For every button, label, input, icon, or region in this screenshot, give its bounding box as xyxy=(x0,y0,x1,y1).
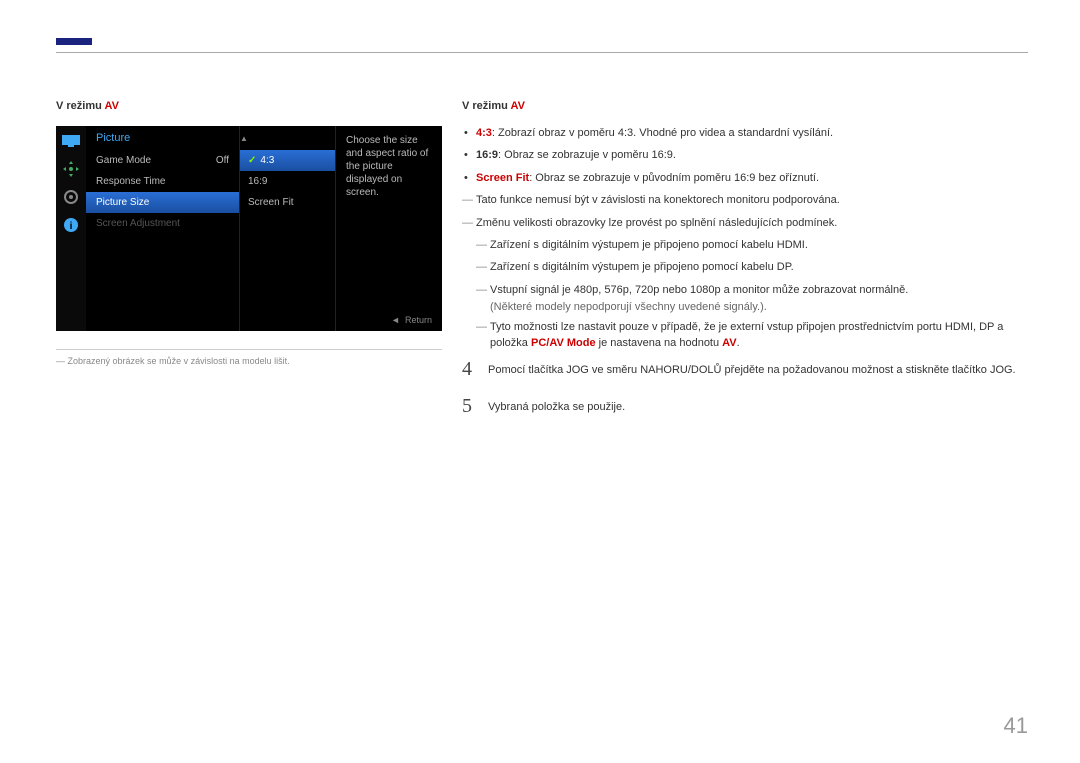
bullet-text: : Zobrazí obraz v poměru 4:3. Vhodné pro… xyxy=(492,127,833,139)
check-icon: ✓ xyxy=(248,155,256,166)
heading-av: AV xyxy=(511,100,525,112)
arrow-up-icon: ▲ xyxy=(240,134,248,143)
step-number: 4 xyxy=(462,358,476,381)
t: AV xyxy=(722,337,736,349)
svg-text:i: i xyxy=(70,221,73,232)
monitor-icon xyxy=(62,134,80,148)
osd-label: Game Mode xyxy=(96,155,151,166)
image-note: Zobrazený obrázek se může v závislosti n… xyxy=(56,349,442,366)
page-number: 41 xyxy=(1004,713,1028,739)
step-number: 5 xyxy=(462,395,476,418)
bullet-key: 16:9 xyxy=(476,149,498,161)
t: je nastavena na hodnotu xyxy=(596,337,723,349)
step-text: Pomocí tlačítka JOG ve směru NAHORU/DOLŮ… xyxy=(488,358,1028,378)
header-rule xyxy=(56,52,1028,53)
bullet-list: 4:3: Zobrazí obraz v poměru 4:3. Vhodné … xyxy=(462,126,1028,186)
heading-right: V režimu AV xyxy=(462,100,1028,112)
osd-body: Picture Game Mode Off Response Time Pictu… xyxy=(86,126,442,331)
bullet-screenfit: Screen Fit: Obraz se zobrazuje v původní… xyxy=(462,171,1028,186)
osd-tabbar: i xyxy=(56,126,86,331)
osd-row-picturesize: Picture Size xyxy=(86,192,239,213)
bullet-169: 16:9: Obraz se zobrazuje v poměru 16:9. xyxy=(462,148,1028,163)
osd-value: Off xyxy=(216,155,229,166)
step-text: Vybraná položka se použije. xyxy=(488,395,1028,415)
osd-label: Response Time xyxy=(96,176,165,187)
osd-description: Choose the size and aspect ratio of the … xyxy=(336,126,442,331)
osd-label: Picture Size xyxy=(96,197,149,208)
header-accent xyxy=(56,38,92,45)
move-icon xyxy=(62,162,80,176)
return-label: Return xyxy=(405,315,432,325)
page-content: V režimu AV i Picture Game Mode Off Respo… xyxy=(56,100,1028,432)
osd-opt-43: ✓ 4:3 xyxy=(240,150,335,171)
step-5: 5 Vybraná položka se použije. xyxy=(462,395,1028,418)
subdash-pcav: Tyto možnosti lze nastavit pouze v přípa… xyxy=(462,320,1028,351)
heading-left: V režimu AV xyxy=(56,100,442,112)
arrow-left-icon: ◄ xyxy=(391,315,400,325)
bullet-key: 4:3 xyxy=(476,127,492,139)
subdash-signal-extra: (Některé modely nepodporují všechny uved… xyxy=(462,301,1028,313)
osd-opt-label: 4:3 xyxy=(260,155,274,166)
left-column: V režimu AV i Picture Game Mode Off Respo… xyxy=(56,100,442,432)
osd-menu: Picture Game Mode Off Response Time Pictu… xyxy=(86,126,240,331)
heading-av: AV xyxy=(105,100,119,112)
osd-opt-169: 16:9 xyxy=(240,171,335,192)
gear-icon xyxy=(62,190,80,204)
subdash-dp: Zařízení s digitálním výstupem je připoj… xyxy=(462,260,1028,275)
osd-opt-label: 16:9 xyxy=(248,176,267,187)
bullet-key: Screen Fit xyxy=(476,172,529,184)
osd-row-screenadj: Screen Adjustment xyxy=(86,213,239,234)
osd-footer: ◄ Return xyxy=(391,315,432,325)
bullet-text: : Obraz se zobrazuje v původním poměru 1… xyxy=(529,172,819,184)
osd-opt-label: Screen Fit xyxy=(248,197,294,208)
t: . xyxy=(737,337,740,349)
t: PC/AV Mode xyxy=(531,337,596,349)
osd-label: Screen Adjustment xyxy=(96,218,180,229)
osd-opt-screenfit: Screen Fit xyxy=(240,192,335,213)
heading-text: V režimu xyxy=(462,100,511,112)
subdash-hdmi: Zařízení s digitálním výstupem je připoj… xyxy=(462,238,1028,253)
step-4: 4 Pomocí tlačítka JOG ve směru NAHORU/DO… xyxy=(462,358,1028,381)
osd-screenshot: i Picture Game Mode Off Response Time Pic… xyxy=(56,126,442,331)
info-icon: i xyxy=(62,218,80,232)
right-column: V režimu AV 4:3: Zobrazí obraz v poměru … xyxy=(462,100,1028,432)
osd-row-gamemode: Game Mode Off xyxy=(86,150,239,171)
subdash-signal: Vstupní signál je 480p, 576p, 720p nebo … xyxy=(462,283,1028,298)
bullet-text: : Obraz se zobrazuje v poměru 16:9. xyxy=(498,149,676,161)
dash-note-1: Tato funkce nemusí být v závislosti na k… xyxy=(462,193,1028,208)
heading-text: V režimu xyxy=(56,100,105,112)
osd-submenu: ✓ 4:3 16:9 Screen Fit xyxy=(240,126,336,331)
bullet-43: 4:3: Zobrazí obraz v poměru 4:3. Vhodné … xyxy=(462,126,1028,141)
osd-row-response: Response Time xyxy=(86,171,239,192)
dash-note-2: Změnu velikosti obrazovky lze provést po… xyxy=(462,216,1028,231)
osd-title: Picture xyxy=(86,126,239,150)
